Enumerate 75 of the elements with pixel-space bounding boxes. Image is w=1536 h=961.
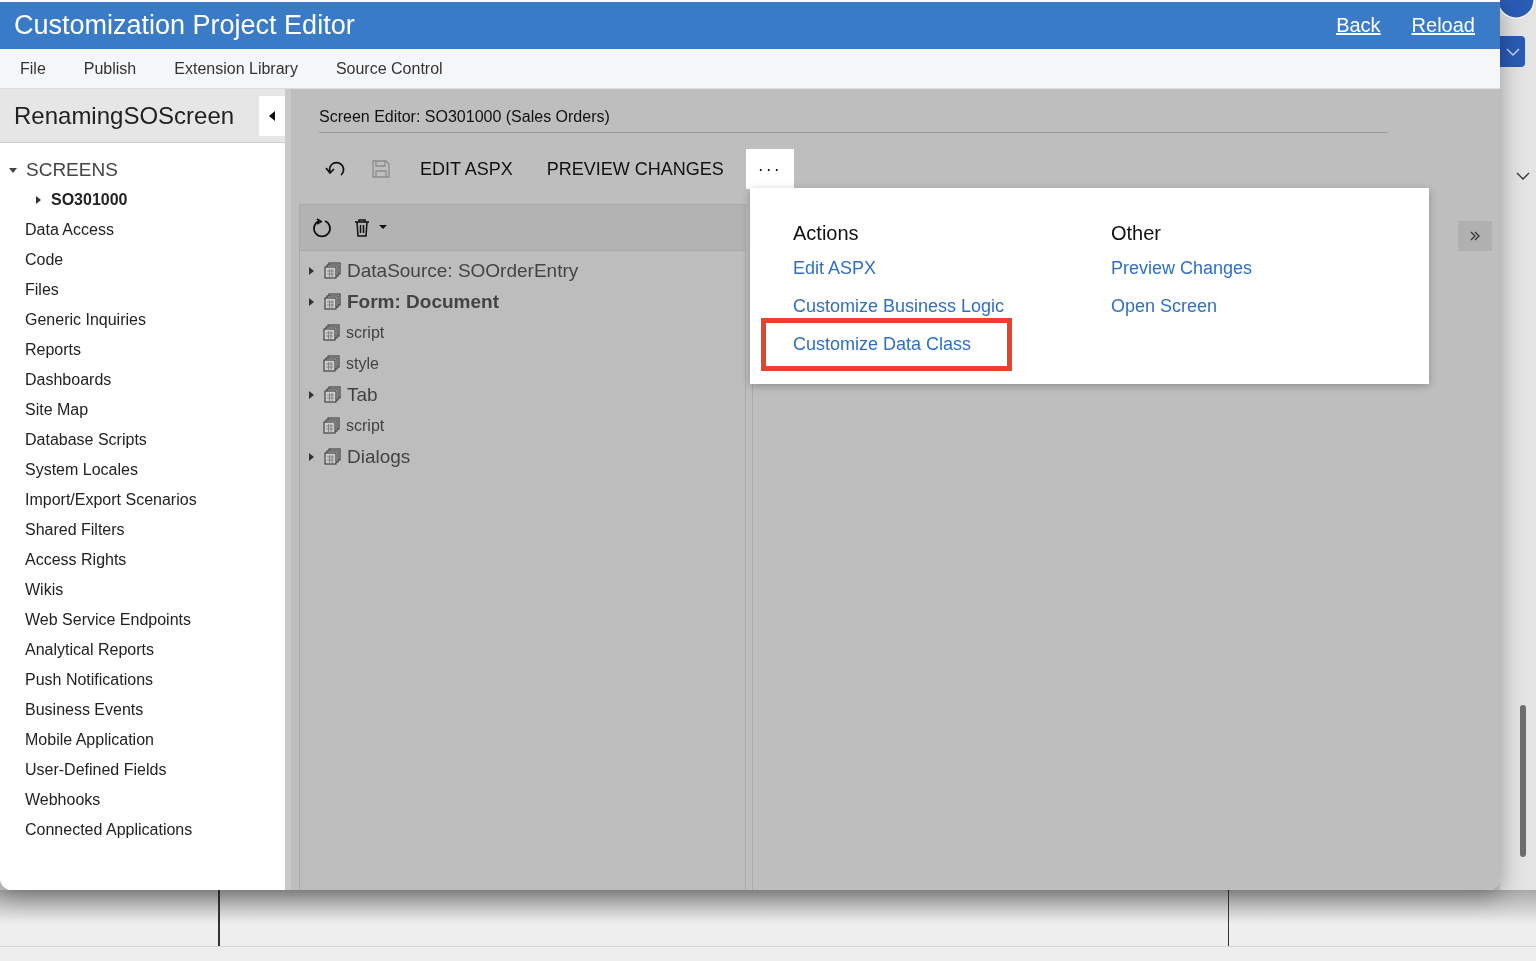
- tree-node[interactable]: Form: Document: [347, 290, 499, 313]
- menu-link[interactable]: Customize Business Logic: [793, 296, 1005, 317]
- project-name: RenamingSOScreen: [14, 101, 236, 130]
- menu-item[interactable]: Source Control: [335, 59, 443, 78]
- chevron-icon: [1505, 47, 1520, 56]
- double-chevron-icon: [1469, 230, 1481, 242]
- menu-item[interactable]: Publish: [83, 59, 137, 78]
- sidebar-item[interactable]: SO301000: [51, 191, 128, 209]
- sidebar-item[interactable]: Access Rights: [25, 551, 127, 569]
- node-icon: [324, 386, 342, 403]
- menu-item[interactable]: Extension Library: [174, 59, 298, 78]
- dropdown-button[interactable]: [1500, 36, 1525, 67]
- toolbar-button[interactable]: PREVIEW CHANGES: [529, 149, 741, 189]
- sidebar-item[interactable]: Dashboards: [25, 371, 112, 389]
- chevron-icon[interactable]: [1516, 172, 1530, 180]
- sidebar-item[interactable]: Shared Filters: [25, 521, 125, 539]
- editor-title: Screen Editor: SO301000 (Sales Orders): [319, 108, 1388, 133]
- more-button[interactable]: ···: [745, 149, 794, 189]
- column-heading: Other: [1111, 222, 1162, 245]
- sidebar-item[interactable]: Connected Applications: [25, 821, 193, 839]
- trash-icon: [352, 217, 388, 238]
- scrollbar-thumb[interactable]: [1520, 705, 1526, 857]
- reload-link[interactable]: Reload: [1411, 14, 1475, 37]
- menu-link[interactable]: Edit ASPX: [793, 258, 877, 279]
- sidebar-item[interactable]: Import/Export Scenarios: [25, 491, 197, 509]
- sidebar-item[interactable]: Site Map: [25, 401, 89, 419]
- sidebar-item[interactable]: Web Service Endpoints: [25, 611, 191, 629]
- sidebar-item[interactable]: Files: [25, 281, 59, 299]
- caret-right-icon[interactable]: [306, 451, 316, 462]
- column-heading: Actions: [793, 222, 859, 245]
- node-icon: [323, 355, 341, 372]
- collapse-button[interactable]: [259, 95, 285, 136]
- sidebar-item[interactable]: Code: [25, 251, 64, 269]
- menu-link[interactable]: Preview Changes: [1111, 258, 1253, 279]
- refresh-icon: [312, 217, 332, 238]
- sidebar-item[interactable]: Generic Inquiries: [25, 311, 146, 329]
- caret-right-icon[interactable]: [306, 265, 316, 276]
- sidebar-item[interactable]: Reports: [25, 341, 82, 359]
- tree-node[interactable]: script: [346, 323, 385, 342]
- sidebar-item[interactable]: Data Access: [25, 221, 114, 239]
- tree-node[interactable]: script: [346, 416, 385, 435]
- sidebar-item[interactable]: Mobile Application: [25, 731, 154, 749]
- caret-right-icon[interactable]: [306, 296, 316, 307]
- sidebar-item[interactable]: Analytical Reports: [25, 641, 154, 659]
- sidebar-item[interactable]: SCREENS: [26, 159, 118, 181]
- node-icon: [324, 293, 342, 310]
- caret-right-icon[interactable]: [306, 389, 316, 400]
- refresh-button[interactable]: [312, 217, 332, 238]
- back-link[interactable]: Back: [1336, 14, 1381, 37]
- window-title: Customization Project Editor: [14, 10, 356, 41]
- node-icon: [323, 417, 341, 434]
- node-icon: [323, 324, 341, 341]
- node-icon: [324, 448, 342, 465]
- sidebar-item[interactable]: Database Scripts: [25, 431, 147, 449]
- sidebar-item[interactable]: Wikis: [25, 581, 64, 599]
- menu-link[interactable]: Customize Data Class: [793, 334, 972, 354]
- sidebar-item[interactable]: Business Events: [25, 701, 144, 719]
- sidebar-item[interactable]: Push Notifications: [25, 671, 154, 689]
- undo-icon: [325, 160, 347, 178]
- tree-node[interactable]: Dialogs: [347, 445, 411, 468]
- sidebar-item[interactable]: User-Defined Fields: [25, 761, 167, 779]
- caret-down-icon[interactable]: [8, 165, 18, 175]
- tree-node[interactable]: DataSource: SOOrderEntry: [347, 259, 579, 282]
- save-icon: [371, 159, 391, 179]
- tree-node[interactable]: style: [346, 354, 379, 373]
- caret-right-icon[interactable]: [33, 195, 43, 205]
- node-icon: [324, 262, 342, 279]
- tree-node[interactable]: Tab: [347, 383, 378, 406]
- caret-icon: [268, 110, 276, 121]
- menu-item[interactable]: File: [20, 59, 46, 78]
- delete-button[interactable]: [352, 217, 388, 238]
- toolbar-button[interactable]: EDIT ASPX: [403, 149, 530, 189]
- sidebar-item[interactable]: System Locales: [25, 461, 138, 479]
- sidebar-item[interactable]: Webhooks: [25, 791, 101, 809]
- menu-link[interactable]: Open Screen: [1111, 296, 1218, 317]
